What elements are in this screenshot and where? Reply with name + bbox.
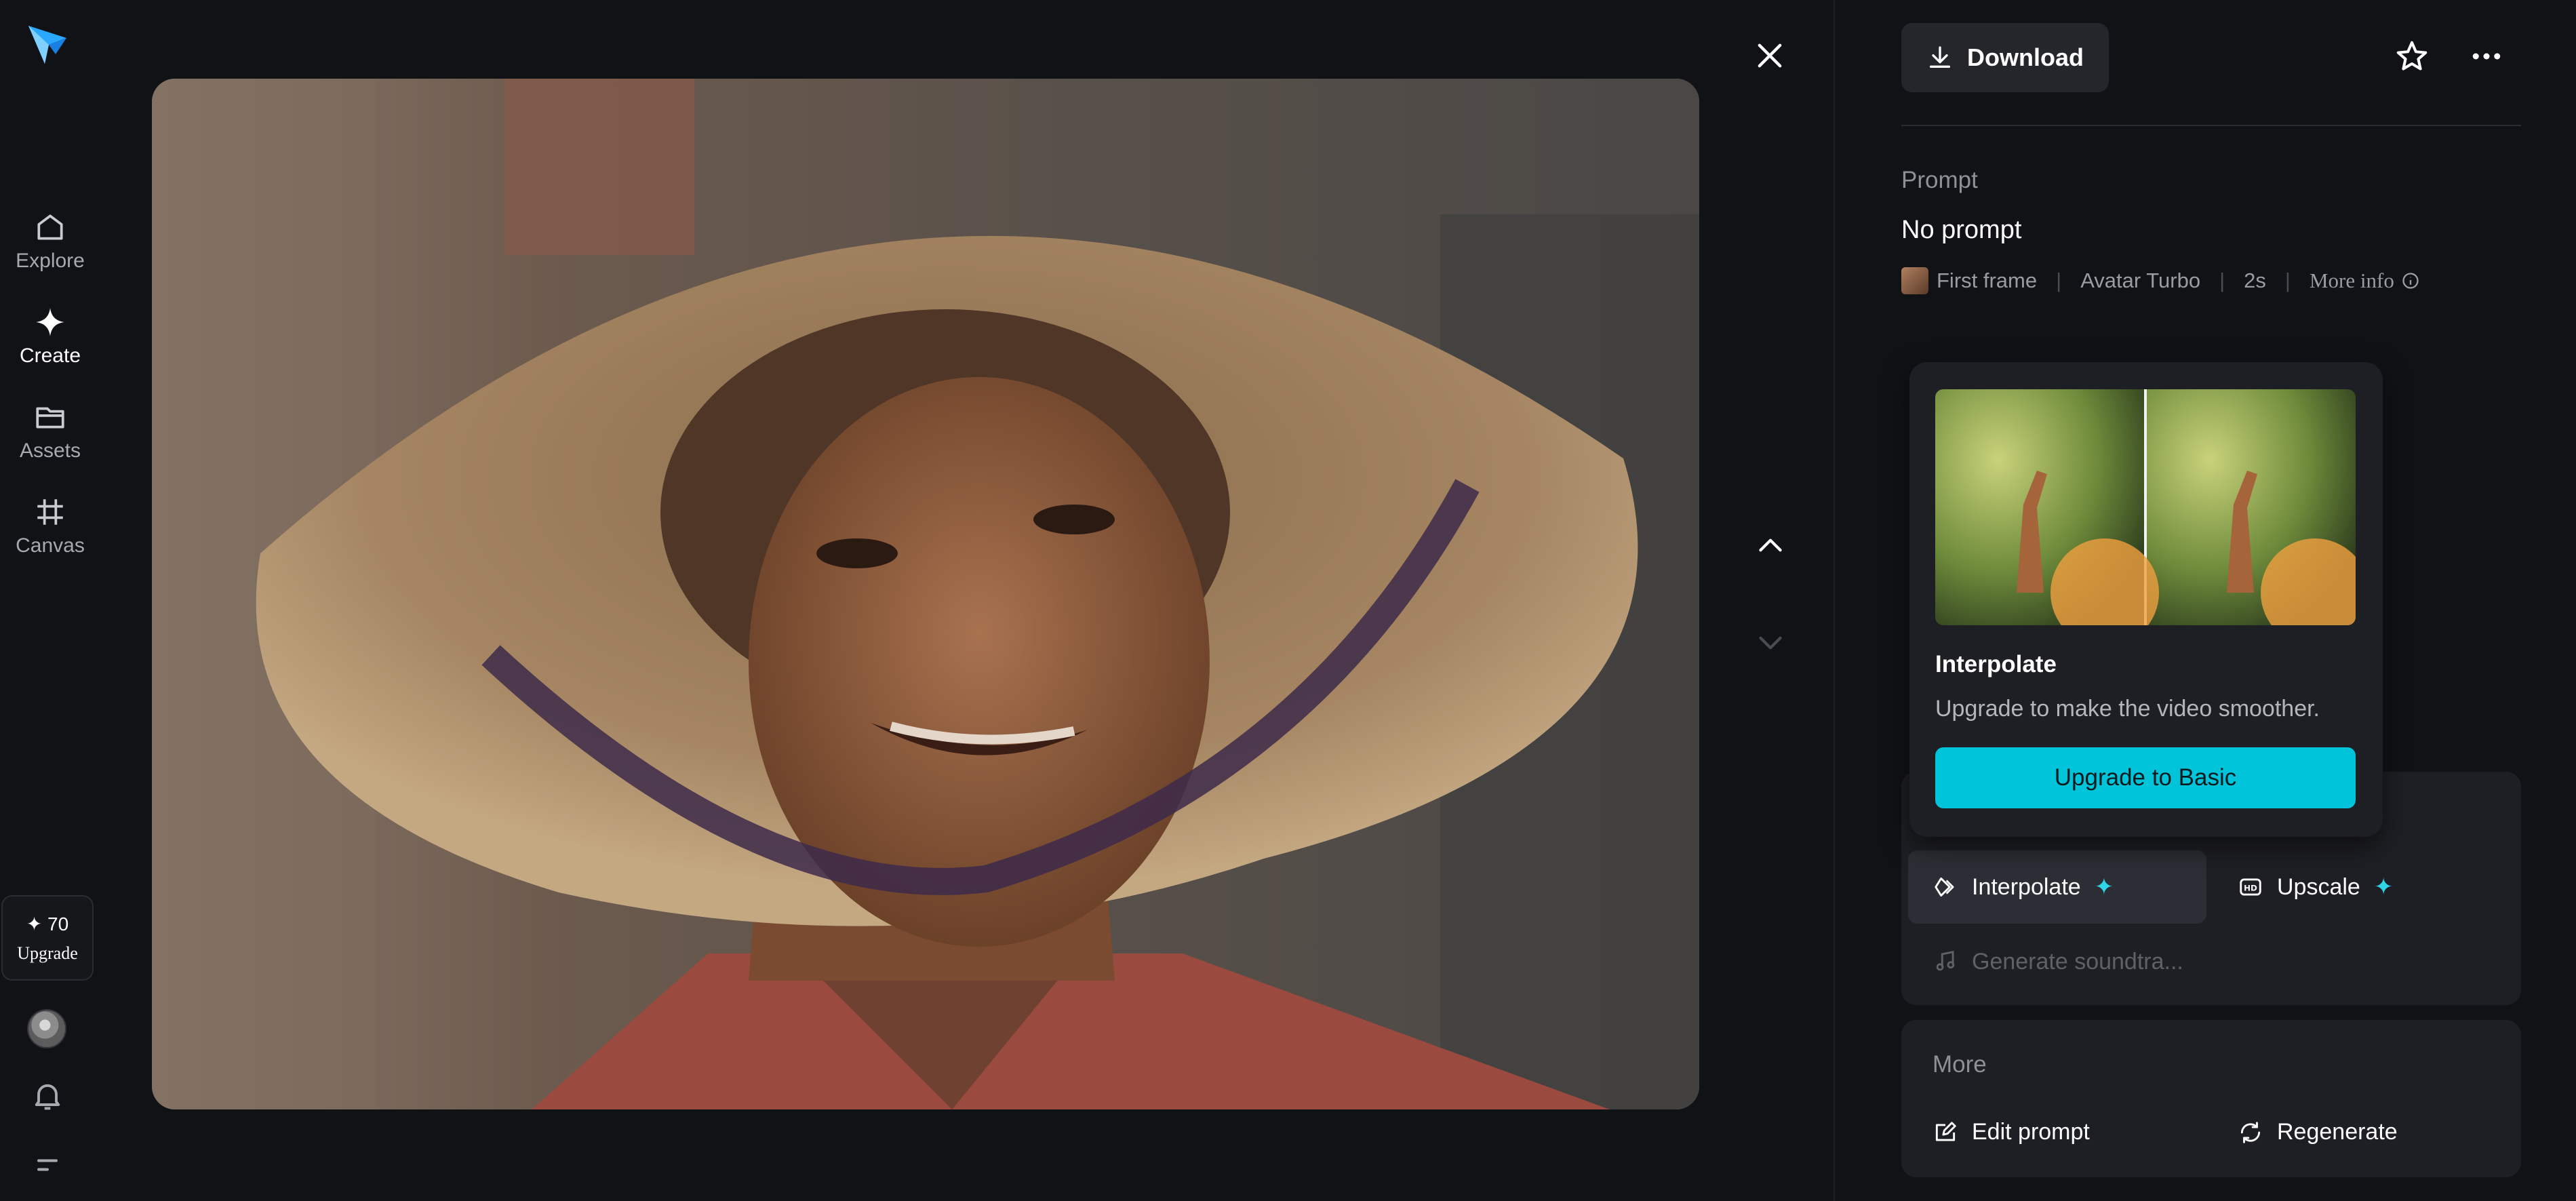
popover-title: Interpolate: [1935, 651, 2057, 677]
left-rail: Explore Create Assets Canvas ✦ 70 Upgrad…: [0, 0, 100, 1201]
sidebar-item-explore[interactable]: Explore: [0, 210, 100, 273]
more-info-label: More info: [2309, 269, 2394, 292]
meta-source: First frame: [1937, 269, 2038, 292]
meta-separator: |: [2219, 269, 2225, 292]
hd-upscale-icon: HD: [2240, 878, 2261, 896]
download-button[interactable]: Download: [1901, 23, 2109, 92]
interpolate-icon: [1935, 877, 1954, 897]
upscale-button[interactable]: HD Upscale ✦: [2238, 850, 2393, 924]
svg-text:HD: HD: [2244, 884, 2257, 893]
edit-prompt-button[interactable]: Edit prompt: [1933, 1119, 2090, 1145]
download-icon: [1930, 46, 1950, 68]
music-note-icon: [1936, 951, 1955, 971]
favorite-star-icon[interactable]: [2394, 38, 2430, 75]
prompt-label: Prompt: [1901, 167, 1978, 193]
media-preview-image: [152, 79, 1699, 1109]
meta-duration: 2s: [2244, 269, 2266, 292]
soundtrack-label: Generate soundtra...: [1972, 948, 2183, 974]
prompt-value: No prompt: [1901, 216, 2022, 244]
generation-meta: First frame | Avatar Turbo | 2s | More i…: [1901, 266, 2420, 296]
crop-grid-icon: [37, 499, 63, 525]
more-actions-card: [1901, 1020, 2521, 1177]
first-frame-thumbnail: [1901, 267, 1928, 294]
info-icon: [2402, 273, 2419, 289]
next-chevron-down-icon[interactable]: [1753, 625, 1787, 659]
regenerate-icon: [2240, 1121, 2261, 1143]
more-section-title: More: [1933, 1051, 1987, 1078]
close-icon[interactable]: [1752, 38, 1787, 73]
edit-icon: [1935, 1121, 1956, 1141]
download-label: Download: [1967, 43, 2084, 71]
more-options-icon[interactable]: [2468, 38, 2505, 75]
avatar[interactable]: [27, 1009, 66, 1048]
menu-collapse-icon[interactable]: [30, 1147, 65, 1183]
edit-prompt-label: Edit prompt: [1972, 1119, 2090, 1145]
upgrade-label: Upgrade: [17, 943, 78, 963]
more-info-link[interactable]: More info: [2310, 269, 2420, 293]
panel-divider: [1834, 0, 1835, 1201]
upgrade-to-basic-button[interactable]: Upgrade to Basic: [1935, 747, 2356, 808]
bell-icon[interactable]: [30, 1078, 65, 1114]
home-icon: [37, 214, 63, 240]
sidebar-item-label: Canvas: [16, 534, 85, 557]
sidebar-item-label: Assets: [19, 439, 81, 462]
upscale-label: Upscale: [2277, 873, 2360, 900]
sidebar-item-label: Explore: [16, 250, 85, 272]
interpolate-preview-image: [1935, 389, 2356, 625]
sidebar-item-canvas[interactable]: Canvas: [0, 495, 100, 557]
sidebar-item-label: Create: [19, 344, 81, 367]
previous-chevron-up-icon[interactable]: [1753, 529, 1787, 563]
sparkle-icon: [36, 308, 64, 336]
generate-soundtrack-button[interactable]: Generate soundtra...: [1933, 941, 2183, 982]
interpolate-label: Interpolate: [1972, 873, 2081, 900]
meta-separator: |: [2284, 269, 2291, 292]
credits-upgrade-button[interactable]: ✦ 70 Upgrade: [1, 895, 94, 981]
app-root: Explore Create Assets Canvas ✦ 70 Upgrad…: [0, 0, 2576, 1201]
header-divider: [1901, 125, 2521, 126]
regenerate-button[interactable]: Regenerate: [2238, 1119, 2398, 1145]
meta-model: Avatar Turbo: [2080, 269, 2201, 292]
credit-count: ✦ 70: [26, 913, 69, 934]
meta-separator: |: [2056, 269, 2062, 292]
regenerate-label: Regenerate: [2277, 1119, 2398, 1145]
sidebar-item-assets[interactable]: Assets: [0, 400, 100, 462]
folder-icon: [36, 407, 64, 429]
premium-sparkle-icon: ✦: [2094, 874, 2114, 900]
popover-description: Upgrade to make the video smoother.: [1935, 696, 2320, 722]
interpolate-button[interactable]: Interpolate ✦: [1908, 850, 2206, 924]
app-logo-icon[interactable]: [24, 20, 72, 68]
sidebar-item-create[interactable]: Create: [0, 305, 100, 368]
premium-sparkle-icon: ✦: [2373, 874, 2394, 900]
